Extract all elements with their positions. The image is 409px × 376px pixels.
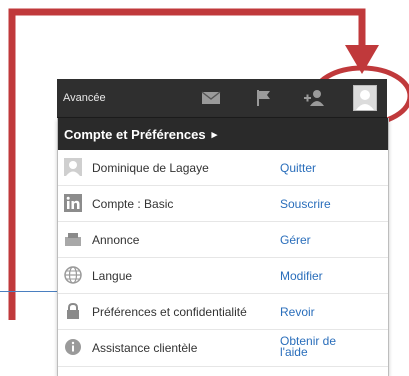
manage-ads-link[interactable]: Gérer xyxy=(280,233,311,247)
info-icon xyxy=(64,338,82,356)
add-connection-icon[interactable] xyxy=(303,88,325,108)
account-type-label: Compte : Basic xyxy=(92,196,174,211)
ads-label: Annonce xyxy=(92,232,140,247)
blue-divider-line xyxy=(0,291,60,292)
change-language-link[interactable]: Modifier xyxy=(280,269,323,283)
logout-link[interactable]: Quitter xyxy=(280,161,316,175)
account-dropdown: Compte et Préférences ▸ Dominique de Lag… xyxy=(57,118,389,376)
advanced-search-link[interactable]: Avancée xyxy=(63,92,106,104)
upgrade-link[interactable]: Souscrire xyxy=(280,197,331,211)
flag-icon[interactable] xyxy=(253,88,275,108)
menu-row-ads: Annonce Gérer xyxy=(58,222,388,258)
language-label: Langue xyxy=(92,268,133,283)
support-label: Assistance clientèle xyxy=(92,341,198,355)
avatar-button[interactable] xyxy=(353,85,377,111)
menu-row-language: Langue Modifier xyxy=(58,258,388,294)
menu-row-account: Compte : Basic Souscrire xyxy=(58,186,388,222)
linkedin-icon xyxy=(64,194,82,212)
menu-row-support: Assistance clientèle Obtenir de l'aide xyxy=(58,330,388,367)
ad-icon xyxy=(64,230,82,248)
menu-row-profile: Dominique de Lagaye Quitter xyxy=(58,150,388,186)
review-privacy-link[interactable]: Revoir xyxy=(280,305,315,319)
menu-rows: Dominique de Lagaye Quitter Compte : Bas… xyxy=(58,150,388,367)
lock-icon xyxy=(64,302,82,320)
mail-icon[interactable] xyxy=(200,88,222,108)
chevron-right-icon: ▸ xyxy=(211,128,218,141)
arrow-head xyxy=(345,45,379,74)
privacy-label: Préférences et confidentialité xyxy=(92,304,247,319)
panel-header[interactable]: Compte et Préférences ▸ xyxy=(58,118,388,150)
user-photo-icon xyxy=(64,158,82,176)
panel-title: Compte et Préférences xyxy=(64,126,206,142)
menu-row-privacy: Préférences et confidentialité Revoir xyxy=(58,294,388,330)
get-help-line2: l'aide xyxy=(280,345,308,359)
get-help-link[interactable]: Obtenir de l'aide xyxy=(280,335,336,359)
top-toolbar: Avancée xyxy=(57,79,387,118)
profile-name: Dominique de Lagaye xyxy=(92,160,209,175)
globe-icon xyxy=(64,266,82,284)
